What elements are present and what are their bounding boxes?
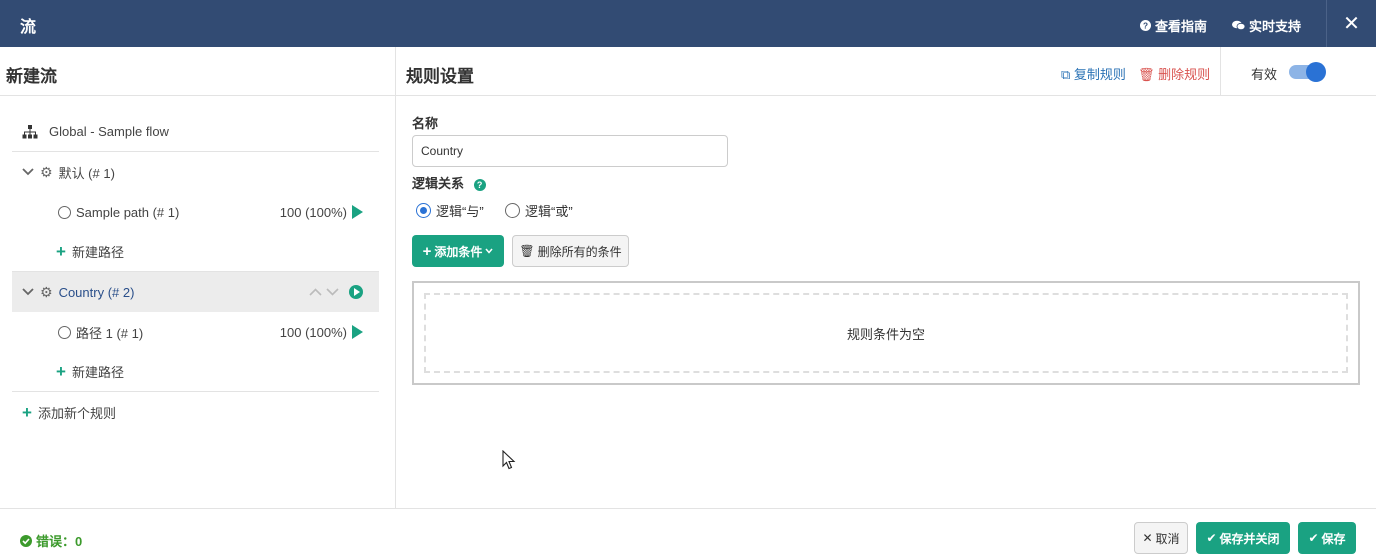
global-flow-label: Global - Sample flow xyxy=(49,124,169,139)
rule-settings-panel: 规则设置 ⧉ 复制规则 🗑 删除规则 有效 名称 逻辑关系 ? 逻辑“与” 逻辑… xyxy=(396,47,1376,508)
new-path-label: 新建路径 xyxy=(71,245,124,260)
plus-icon: + xyxy=(22,402,32,422)
error-status: 错误：0 xyxy=(20,531,82,550)
new-path-button[interactable]: + 新建路径 xyxy=(12,232,379,272)
path-value: 100 (100%) xyxy=(279,324,347,340)
empty-conditions-text: 规则条件为空 xyxy=(846,326,925,342)
guide-label: 查看指南 xyxy=(1155,19,1208,34)
check-circle-icon xyxy=(20,534,32,547)
window-title: 流 xyxy=(20,19,37,36)
copy-icon: ⧉ xyxy=(1061,67,1071,82)
logic-and-radio[interactable]: 逻辑“与” xyxy=(416,201,484,220)
name-label: 名称 xyxy=(412,116,439,131)
delete-rule-link[interactable]: 🗑 删除规则 xyxy=(1138,64,1210,83)
delete-rule-label: 删除规则 xyxy=(1158,67,1211,82)
conditions-dropzone: 规则条件为空 xyxy=(424,293,1348,373)
sitemap-icon xyxy=(22,124,38,138)
close-icon: ✕ xyxy=(1343,13,1360,35)
mouse-pointer-icon xyxy=(502,450,516,470)
add-condition-label: 添加条件 xyxy=(434,244,483,259)
path-radio-icon xyxy=(58,325,71,339)
path-radio-icon xyxy=(58,205,71,219)
gear-icon: ⚙ xyxy=(40,283,53,300)
rule-label: 默认 (# 1) xyxy=(58,165,115,181)
play-icon[interactable] xyxy=(352,325,363,339)
support-label: 实时支持 xyxy=(1249,19,1302,34)
error-count: 错误：0 xyxy=(36,534,83,549)
gear-icon: ⚙ xyxy=(40,163,53,180)
delete-all-conditions-button[interactable]: 🗑 删除所有的条件 xyxy=(512,235,629,267)
help-icon[interactable]: ? xyxy=(473,178,486,191)
check-icon: ✔ xyxy=(1206,531,1217,545)
logic-label: 逻辑关系 xyxy=(412,176,465,191)
close-button[interactable]: ✕ xyxy=(1326,0,1376,47)
logic-and-label: 逻辑“与” xyxy=(436,204,484,219)
cancel-label: 取消 xyxy=(1155,531,1180,546)
path-item-path1[interactable]: 路径 1 (# 1) 100 (100%) xyxy=(12,312,379,352)
valid-label: 有效 xyxy=(1251,67,1278,82)
radio-selected-icon xyxy=(416,203,431,218)
logic-label-row: 逻辑关系 ? xyxy=(412,173,486,192)
global-flow-item[interactable]: Global - Sample flow xyxy=(12,112,379,152)
name-input[interactable] xyxy=(412,135,728,167)
save-button[interactable]: ✔ 保存 xyxy=(1298,522,1356,554)
copy-rule-label: 复制规则 xyxy=(1073,67,1126,82)
delete-all-label: 删除所有的条件 xyxy=(537,244,622,259)
save-close-label: 保存并关闭 xyxy=(1219,531,1280,546)
reorder-controls xyxy=(309,288,339,296)
check-icon: ✔ xyxy=(1308,531,1319,545)
chat-bubbles-icon xyxy=(1232,20,1245,31)
path-label: Sample path (# 1) xyxy=(76,204,180,220)
footer-bar: 错误：0 ✕ 取消 ✔ 保存并关闭 ✔ 保存 xyxy=(0,508,1376,559)
radio-unselected-icon xyxy=(505,203,520,218)
chevron-down-icon[interactable] xyxy=(22,285,34,299)
guide-link[interactable]: ? 查看指南 xyxy=(1140,16,1207,35)
svg-text:?: ? xyxy=(1143,22,1148,31)
plus-icon: + xyxy=(422,242,432,260)
logic-or-label: 逻辑“或” xyxy=(525,204,573,219)
path-value: 100 (100%) xyxy=(279,204,347,220)
chevron-down-icon xyxy=(485,248,493,254)
chevron-down-icon[interactable] xyxy=(326,288,339,296)
play-circle-icon[interactable] xyxy=(349,285,363,299)
new-path-button[interactable]: + 新建路径 xyxy=(12,352,379,392)
plus-icon: + xyxy=(56,242,66,261)
close-icon: ✕ xyxy=(1142,531,1153,545)
chevron-up-icon[interactable] xyxy=(309,288,322,296)
help-circle-icon: ? xyxy=(1140,20,1151,31)
header-divider xyxy=(1220,47,1221,96)
conditions-container: 规则条件为空 xyxy=(412,281,1360,385)
support-link[interactable]: 实时支持 xyxy=(1232,16,1301,35)
save-and-close-button[interactable]: ✔ 保存并关闭 xyxy=(1196,522,1290,554)
add-rule-button[interactable]: + 添加新个规则 xyxy=(12,392,379,432)
save-label: 保存 xyxy=(1321,531,1346,546)
logic-or-radio[interactable]: 逻辑“或” xyxy=(505,201,573,220)
path-label: 路径 1 (# 1) xyxy=(76,325,144,341)
valid-toggle[interactable] xyxy=(1289,62,1326,82)
path-item-sample[interactable]: Sample path (# 1) 100 (100%) xyxy=(12,192,379,232)
rule-item-country[interactable]: ⚙ Country (# 2) xyxy=(12,272,379,312)
add-rule-label: 添加新个规则 xyxy=(37,405,116,421)
trash-icon: 🗑 xyxy=(519,244,535,258)
top-bar: 流 ? 查看指南 实时支持 ✕ xyxy=(0,0,1376,47)
new-path-label: 新建路径 xyxy=(71,365,124,380)
trash-icon: 🗑 xyxy=(1138,67,1155,82)
play-icon[interactable] xyxy=(352,205,363,219)
copy-rule-link[interactable]: ⧉ 复制规则 xyxy=(1061,64,1126,83)
panel-title: 新建流 xyxy=(0,47,395,96)
rule-settings-header: 规则设置 ⧉ 复制规则 🗑 删除规则 有效 xyxy=(396,47,1376,96)
add-condition-button[interactable]: + 添加条件 xyxy=(412,235,504,267)
flow-tree: Global - Sample flow ⚙ 默认 (# 1) Sample p… xyxy=(12,112,379,432)
chevron-down-icon[interactable] xyxy=(22,165,34,179)
rule-label: Country (# 2) xyxy=(58,284,135,300)
plus-icon: + xyxy=(56,362,66,381)
cancel-button[interactable]: ✕ 取消 xyxy=(1134,522,1188,554)
panel-title: 规则设置 xyxy=(406,67,474,86)
rule-item-default[interactable]: ⚙ 默认 (# 1) xyxy=(12,152,379,192)
